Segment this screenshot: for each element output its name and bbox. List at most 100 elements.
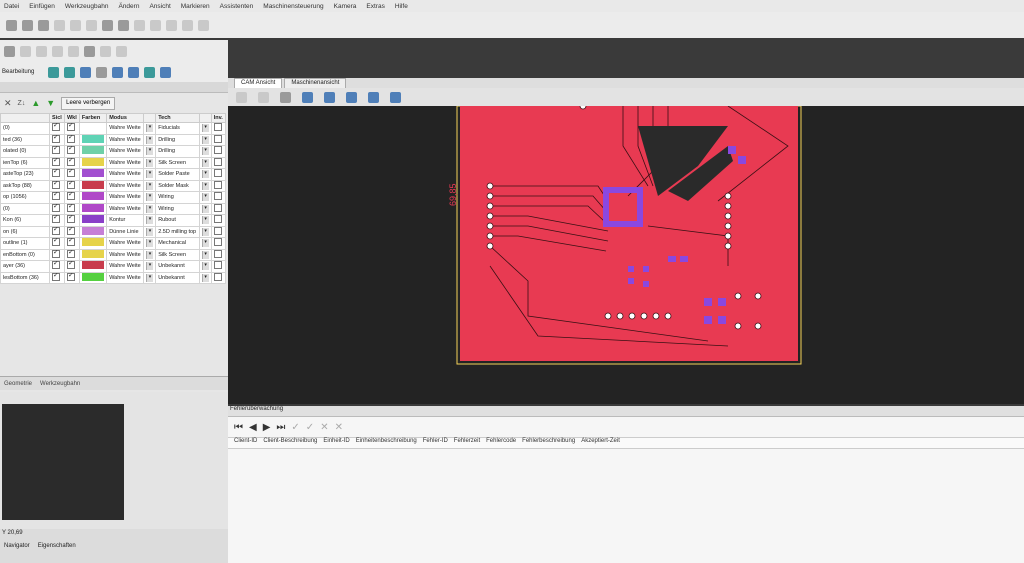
wkl-checkbox[interactable]: [63, 168, 80, 181]
menu-extras[interactable]: Extras: [366, 3, 384, 10]
layer-row[interactable]: ayer (36) Wahre Weite ▾ Unbekannt ▾: [0, 260, 227, 273]
layer-color-swatch[interactable]: [78, 133, 108, 146]
tech-dropdown[interactable]: ▾: [198, 260, 212, 273]
open-icon[interactable]: [22, 19, 33, 31]
tech-dropdown[interactable]: ▾: [198, 168, 212, 181]
invert-checkbox[interactable]: [210, 225, 227, 238]
visible-checkbox[interactable]: [49, 248, 65, 261]
tab-navigator[interactable]: Navigator: [4, 543, 30, 549]
wkl-checkbox[interactable]: [63, 191, 80, 204]
wkl-checkbox[interactable]: [63, 248, 80, 261]
tab-maschinenansicht[interactable]: Maschinenansicht: [284, 78, 347, 88]
tech-dropdown[interactable]: ▾: [198, 248, 212, 261]
layer-mode[interactable]: Dünne Linie: [106, 225, 145, 238]
layer-mode[interactable]: Wahre Weite: [106, 133, 145, 146]
clipboard-icon[interactable]: [52, 45, 63, 57]
arrow-up-icon[interactable]: ▲: [31, 98, 40, 108]
wkl-checkbox[interactable]: [63, 133, 80, 146]
arrow-down-icon[interactable]: ▼: [46, 98, 55, 108]
visible-checkbox[interactable]: [49, 179, 65, 192]
redo-icon[interactable]: [118, 19, 129, 31]
image-icon[interactable]: [144, 66, 156, 78]
tab-werkzeugbahn[interactable]: Werkzeugbahn: [40, 381, 80, 387]
layer-mode[interactable]: Wahre Weite: [106, 191, 145, 204]
accept-all-icon[interactable]: ✓: [306, 422, 314, 433]
layer-tech[interactable]: Unbekannt: [155, 260, 200, 273]
cut-icon[interactable]: [54, 19, 65, 31]
mode-dropdown[interactable]: ▾: [143, 214, 157, 227]
wkl-checkbox[interactable]: [63, 145, 80, 158]
wkl-checkbox[interactable]: [63, 260, 80, 273]
col-client-id[interactable]: Client-ID: [228, 438, 257, 448]
layer-row[interactable]: lesBottom (36) Wahre Weite ▾ Unbekannt ▾: [0, 271, 227, 284]
layer-mode[interactable]: Wahre Weite: [106, 156, 145, 169]
invert-checkbox[interactable]: [210, 191, 227, 204]
layer-mode[interactable]: Wahre Weite: [106, 179, 145, 192]
layer-row[interactable]: asteTop (23) Wahre Weite ▾ Solder Paste …: [0, 168, 227, 181]
visible-checkbox[interactable]: [49, 214, 65, 227]
undo-arrow-icon[interactable]: [84, 45, 95, 57]
new-icon[interactable]: [6, 19, 17, 31]
invert-checkbox[interactable]: [210, 248, 227, 261]
mode-dropdown[interactable]: ▾: [143, 156, 157, 169]
layer-mode[interactable]: Kontur: [106, 214, 145, 227]
layer-tech[interactable]: Unbekannt: [155, 271, 200, 284]
layer-tech[interactable]: Silk Screen: [155, 248, 200, 261]
target-icon[interactable]: [96, 66, 108, 78]
visible-checkbox[interactable]: [49, 156, 65, 169]
zoom-in-icon[interactable]: [302, 91, 313, 103]
undo-icon[interactable]: [102, 19, 113, 31]
layer-tech[interactable]: Wiring: [155, 191, 200, 204]
mirror-icon[interactable]: [150, 19, 161, 31]
scissors-icon[interactable]: [20, 45, 31, 57]
layer-mode[interactable]: Wahre Weite: [106, 260, 145, 273]
visible-checkbox[interactable]: [49, 133, 65, 146]
layer-row[interactable]: ted (36) Wahre Weite ▾ Drilling ▾: [0, 133, 227, 146]
visible-checkbox[interactable]: [49, 225, 65, 238]
layer-tech[interactable]: Fiducials: [155, 122, 200, 135]
sort-icon[interactable]: Z↓: [18, 100, 26, 107]
col-einheit-id[interactable]: Einheit-ID: [317, 438, 349, 448]
close-icon[interactable]: [116, 45, 127, 57]
col-fehlercode[interactable]: Fehlercode: [480, 438, 516, 448]
mode-dropdown[interactable]: ▾: [143, 191, 157, 204]
menu-maschinensteuerung[interactable]: Maschinensteuerung: [263, 3, 323, 10]
layer-color-swatch[interactable]: [78, 179, 108, 192]
layer-row[interactable]: (0) Wahre Weite ▾ Wiring ▾: [0, 202, 227, 215]
redo-arrow-icon[interactable]: [100, 45, 111, 57]
grid-icon[interactable]: [160, 66, 172, 78]
mode-dropdown[interactable]: ▾: [143, 202, 157, 215]
visible-checkbox[interactable]: [49, 168, 65, 181]
col-client-beschreibung[interactable]: Client-Beschreibung: [257, 438, 317, 448]
layer-mode[interactable]: Wahre Weite: [106, 168, 145, 181]
layer-mode[interactable]: Wahre Weite: [106, 122, 145, 135]
col-fehlerbeschreibung[interactable]: Fehlerbeschreibung: [516, 438, 575, 448]
copy-icon[interactable]: [70, 19, 81, 31]
drill-icon[interactable]: [112, 66, 124, 78]
delete-all-icon[interactable]: ✕: [335, 422, 343, 433]
delete-icon[interactable]: ✕: [320, 422, 328, 433]
invert-checkbox[interactable]: [210, 179, 227, 192]
layer-row[interactable]: Kon (6) Kontur ▾ Rubout ▾: [0, 214, 227, 227]
menu-einfuegen[interactable]: Einfügen: [29, 3, 55, 10]
visible-checkbox[interactable]: [49, 145, 65, 158]
layer-row[interactable]: (0) Wahre Weite ▾ Fiducials ▾: [0, 122, 227, 135]
pan-icon[interactable]: [368, 91, 379, 103]
tech-dropdown[interactable]: ▾: [198, 179, 212, 192]
layer-icon[interactable]: [48, 66, 60, 78]
zoom-icon[interactable]: [166, 19, 177, 31]
layer-color-swatch[interactable]: [78, 168, 108, 181]
snap-icon[interactable]: [390, 91, 401, 103]
wkl-checkbox[interactable]: [63, 179, 80, 192]
zoom-out-icon[interactable]: [324, 91, 335, 103]
layer-mode[interactable]: Wahre Weite: [106, 248, 145, 261]
layer-tech[interactable]: Mechanical: [155, 237, 200, 250]
layer-tech[interactable]: 2.5D milling top: [155, 225, 200, 238]
visible-checkbox[interactable]: [49, 260, 65, 273]
tech-dropdown[interactable]: ▾: [198, 225, 212, 238]
invert-checkbox[interactable]: [210, 202, 227, 215]
layer-row[interactable]: outline (1) Wahre Weite ▾ Mechanical ▾: [0, 237, 227, 250]
disk-icon[interactable]: [4, 45, 15, 57]
layer-tech[interactable]: Solder Mask: [155, 179, 200, 192]
layer-color-swatch[interactable]: [78, 214, 108, 227]
